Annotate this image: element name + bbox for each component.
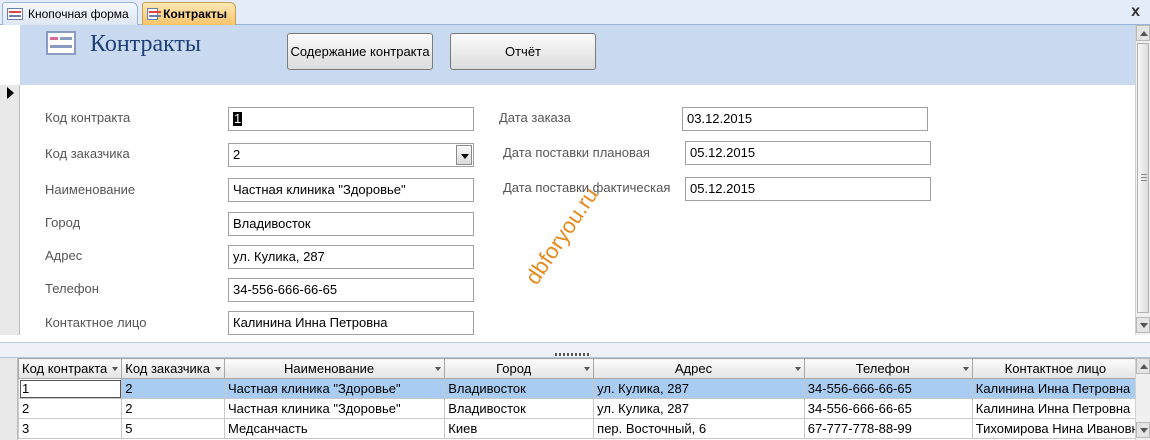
sort-arrow-icon[interactable] — [435, 367, 442, 371]
table-cell[interactable]: Владивосток — [444, 398, 595, 419]
label-order-date: Дата заказа — [499, 110, 571, 125]
label-name: Наименование — [45, 182, 136, 197]
column-header[interactable]: Наименование — [223, 358, 446, 379]
label-planned-delivery: Дата поставки плановая — [503, 145, 650, 160]
scroll-down-icon[interactable] — [1136, 317, 1150, 333]
tab-label: Контракты — [163, 7, 227, 21]
column-header[interactable]: Адрес — [593, 358, 805, 379]
scroll-up-icon[interactable] — [1136, 358, 1150, 374]
watermark: dbforyou.ru — [520, 182, 603, 289]
address-field[interactable]: ул. Кулика, 287 — [228, 245, 474, 269]
table-cell[interactable]: 2 — [17, 398, 123, 419]
column-header[interactable]: Город — [444, 358, 595, 379]
label-contact: Контактное лицо — [45, 315, 147, 330]
tab-contracts[interactable]: Контракты — [142, 2, 236, 25]
column-header[interactable]: Телефон — [803, 358, 973, 379]
datasheet-vertical-scrollbar[interactable] — [1135, 358, 1150, 440]
label-address: Адрес — [45, 248, 83, 263]
label-contract-code: Код контракта — [45, 110, 131, 125]
splitter-grip-icon[interactable] — [555, 353, 589, 356]
table-cell[interactable]: Калинина Инна Петровна — [971, 378, 1150, 399]
table-cell[interactable]: 34-556-666-66-65 — [803, 378, 973, 399]
contract-contents-button[interactable]: Содержание контракта — [287, 33, 433, 70]
sort-arrow-icon[interactable] — [112, 367, 119, 371]
table-cell[interactable]: 2 — [121, 398, 225, 419]
table-cell[interactable]: ул. Кулика, 287 — [593, 398, 805, 419]
scroll-down-icon[interactable] — [1136, 422, 1150, 438]
record-selector[interactable] — [0, 85, 20, 335]
contracts-form: Контракты Содержание контракта Отчёт Код… — [0, 25, 1135, 335]
customer-code-combo[interactable]: 2 — [228, 143, 474, 167]
sort-arrow-icon[interactable] — [962, 367, 969, 371]
table-cell[interactable]: Частная клиника "Здоровье" — [223, 398, 446, 419]
table-row[interactable]: 2 2 Частная клиника "Здоровье" Владивост… — [17, 398, 1150, 419]
sort-arrow-icon[interactable] — [214, 367, 221, 371]
table-cell[interactable]: 5 — [121, 418, 225, 439]
column-header[interactable]: Контактное лицо — [971, 358, 1150, 379]
customer-code-value: 2 — [233, 147, 241, 162]
datasheet-row-selectors[interactable] — [0, 358, 18, 440]
table-cell[interactable]: Тихомирова Нина Ивановна — [971, 418, 1150, 439]
tab-label: Кнопочная форма — [28, 7, 129, 21]
sort-arrow-icon[interactable] — [794, 367, 801, 371]
table-cell[interactable]: Киев — [444, 418, 595, 439]
planned-delivery-field[interactable]: 05.12.2015 — [685, 141, 931, 165]
scroll-up-icon[interactable] — [1136, 25, 1150, 41]
label-customer-code: Код заказчика — [45, 146, 130, 161]
city-field[interactable]: Владивосток — [228, 212, 474, 236]
order-date-field[interactable]: 03.12.2015 — [682, 107, 928, 131]
table-cell[interactable]: 3 — [17, 418, 123, 439]
phone-field[interactable]: 34-556-666-66-65 — [228, 278, 474, 302]
contract-code-field[interactable]: 1 — [228, 107, 474, 131]
name-field[interactable]: Частная клиника "Здоровье" — [228, 178, 474, 202]
table-cell[interactable]: ул. Кулика, 287 — [593, 378, 805, 399]
table-cell[interactable]: Медсанчасть — [223, 418, 446, 439]
table-cell[interactable]: Калинина Инна Петровна — [971, 398, 1150, 419]
column-header[interactable]: Код контракта — [17, 358, 123, 379]
page-title: Контракты — [90, 31, 202, 57]
form-header: Контракты Содержание контракта Отчёт — [20, 25, 1135, 85]
form-footer-gap — [0, 335, 1150, 342]
table-cell[interactable]: Владивосток — [444, 378, 595, 399]
sort-arrow-icon[interactable] — [584, 367, 591, 371]
table-cell[interactable]: Частная клиника "Здоровье" — [223, 378, 446, 399]
datasheet-header-row: Код контракта Код заказчика Наименование… — [17, 358, 1150, 379]
actual-delivery-field[interactable]: 05.12.2015 — [685, 177, 931, 201]
form-icon — [46, 31, 76, 55]
document-tab-bar: Кнопочная форма Контракты x — [0, 0, 1150, 25]
tab-switchboard[interactable]: Кнопочная форма — [2, 2, 138, 25]
form-vertical-scrollbar[interactable] — [1135, 25, 1150, 335]
current-record-icon — [7, 87, 14, 99]
contact-field[interactable]: Калинина Инна Петровна — [228, 311, 474, 335]
column-header[interactable]: Код заказчика — [121, 358, 225, 379]
label-city: Город — [45, 215, 81, 230]
table-cell[interactable]: 67-777-778-88-99 — [803, 418, 973, 439]
table-row[interactable]: 1 2 Частная клиника "Здоровье" Владивост… — [17, 378, 1150, 399]
report-button[interactable]: Отчёт — [450, 33, 596, 70]
table-cell[interactable]: 34-556-666-66-65 — [803, 398, 973, 419]
datasheet: Код контракта Код заказчика Наименование… — [0, 358, 1150, 440]
split-form-splitter[interactable] — [0, 342, 1150, 358]
datasheet-table: Код контракта Код заказчика Наименование… — [17, 358, 1150, 439]
scrollbar-thumb[interactable] — [1137, 43, 1149, 313]
form-icon — [7, 8, 23, 20]
table-cell[interactable]: пер. Восточный, 6 — [593, 418, 805, 439]
close-icon[interactable]: x — [1131, 3, 1140, 21]
table-cell[interactable]: 2 — [121, 378, 225, 399]
form-icon — [147, 8, 162, 20]
chevron-down-icon[interactable] — [456, 145, 472, 165]
table-row[interactable]: 3 5 Медсанчасть Киев пер. Восточный, 6 6… — [17, 418, 1150, 439]
table-cell[interactable]: 1 — [17, 378, 123, 399]
label-phone: Телефон — [45, 281, 99, 296]
